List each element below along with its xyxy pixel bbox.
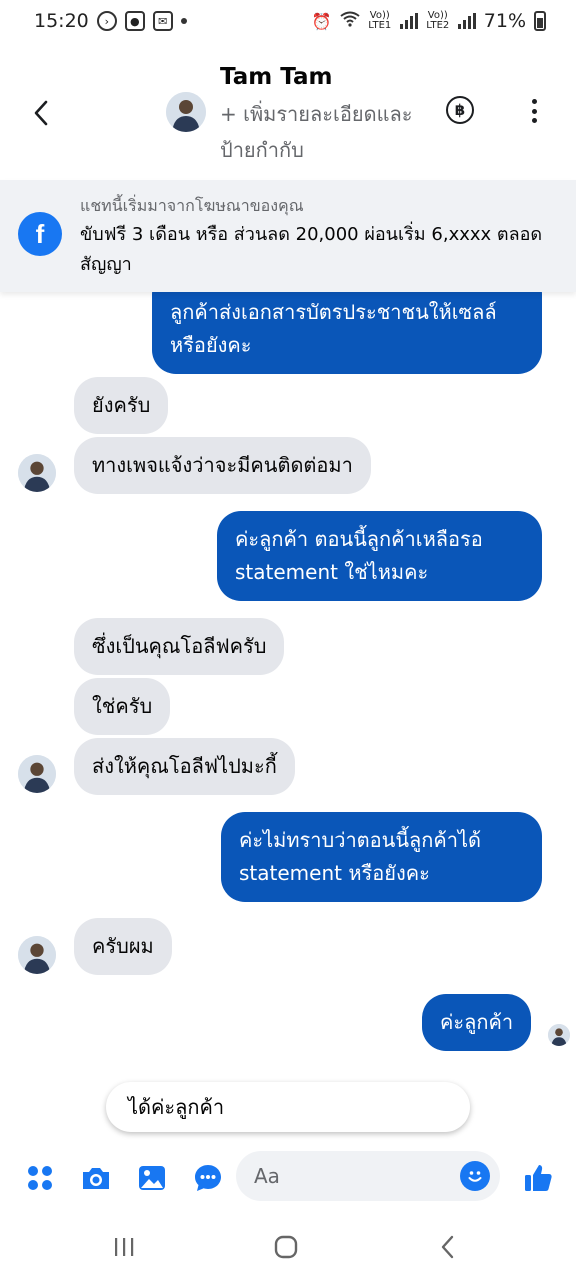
camera-button[interactable] — [76, 1158, 116, 1198]
chat-header: Tam Tam + เพิ่มรายละเอียดและป้ายกำกับ ฿ — [0, 52, 576, 172]
message-incoming[interactable]: ทางเพจแจ้งว่าจะมีคนติดต่อมา — [74, 437, 371, 494]
facebook-icon: f — [18, 212, 62, 256]
emoji-icon[interactable] — [460, 1161, 490, 1191]
system-nav-bar — [0, 1216, 576, 1280]
message-incoming[interactable]: ซึ่งเป็นคุณโอลีฟครับ — [74, 618, 285, 675]
gallery-button[interactable] — [132, 1158, 172, 1198]
message-composer — [0, 1148, 576, 1208]
alarm-icon: ⏰ — [311, 11, 332, 31]
contact-avatar-small — [18, 755, 56, 793]
app-notification-icon: ● — [124, 11, 145, 31]
back-nav-button[interactable] — [428, 1230, 468, 1264]
chat-bubble-icon — [195, 1165, 221, 1191]
message-notification-icon: ✉ — [152, 11, 173, 31]
message-outgoing[interactable]: ค่ะลูกค้า — [422, 994, 532, 1051]
sim2-signal-icon — [457, 13, 476, 29]
recent-apps-button[interactable] — [104, 1230, 144, 1264]
message-incoming[interactable]: ส่งให้คุณโอลีฟไปมะกี้ — [74, 738, 295, 795]
more-vertical-icon[interactable] — [522, 96, 546, 126]
sim1-signal-icon — [399, 13, 418, 29]
voice-chat-button[interactable] — [188, 1158, 228, 1198]
home-button[interactable] — [266, 1230, 306, 1264]
add-details-link[interactable]: + เพิ่มรายละเอียดและป้ายกำกับ — [220, 96, 420, 168]
sim1-label: Vo)) LTE1 — [368, 10, 392, 31]
suggested-reply[interactable]: ได้ค่ะลูกค้า — [106, 1082, 470, 1132]
message-input[interactable] — [236, 1151, 446, 1201]
gallery-icon — [139, 1166, 165, 1190]
recent-apps-icon — [115, 1238, 134, 1256]
like-button[interactable] — [518, 1158, 558, 1198]
status-right: ⏰ Vo)) LTE1 Vo)) LTE2 71% — [312, 10, 546, 32]
contact-avatar-small — [18, 454, 56, 492]
baht-icon[interactable]: ฿ — [446, 96, 474, 124]
battery-icon — [534, 11, 546, 31]
back-button[interactable] — [24, 96, 58, 130]
ad-banner-body: ขับฟรี 3 เดือน หรือ ส่วนลด 20,000 ผ่อนเร… — [80, 224, 543, 275]
message-outgoing[interactable]: ค่ะลูกค้า ตอนนี้ลูกค้าเหลือรอ statement … — [217, 511, 542, 601]
message-incoming[interactable]: ครับผม — [74, 918, 172, 975]
apps-icon — [28, 1166, 52, 1190]
message-outgoing[interactable]: ค่ะไม่ทราบว่าตอนนี้ลูกค้าได้ statement ห… — [221, 812, 542, 902]
message-incoming[interactable]: ใช่ครับ — [74, 678, 171, 735]
status-time: 15:20 — [34, 10, 89, 32]
home-icon — [274, 1235, 298, 1259]
apps-button[interactable] — [20, 1158, 60, 1198]
sim2-label: Vo)) LTE2 — [426, 10, 450, 31]
ad-banner-title: แชทนี้เริ่มมาจากโฆษณาของคุณ — [80, 196, 304, 215]
more-notifications-icon — [180, 18, 187, 24]
status-bar: 15:20 › ● ✉ ⏰ Vo)) LTE1 Vo)) LTE2 71% — [0, 0, 576, 42]
battery-percent: 71% — [483, 10, 526, 32]
back-arrow-icon — [34, 100, 48, 126]
seen-avatar — [548, 1024, 570, 1046]
camera-icon — [83, 1168, 109, 1189]
messenger-screen: 15:20 › ● ✉ ⏰ Vo)) LTE1 Vo)) LTE2 71% Ta… — [0, 0, 576, 1280]
contact-avatar[interactable] — [166, 92, 206, 132]
wifi-icon — [340, 11, 360, 31]
status-left: 15:20 › ● ✉ — [34, 10, 187, 32]
message-input-wrapper — [236, 1151, 500, 1201]
message-incoming[interactable]: ยังครับ — [74, 377, 169, 434]
ad-origin-banner[interactable]: f แชทนี้เริ่มมาจากโฆษณาของคุณ ขับฟรี 3 เ… — [0, 180, 576, 292]
thumbs-up-icon — [525, 1165, 552, 1191]
contact-name[interactable]: Tam Tam — [220, 64, 332, 90]
back-nav-icon — [441, 1235, 454, 1259]
contact-avatar-small — [18, 936, 56, 974]
play-notification-icon: › — [96, 11, 117, 31]
